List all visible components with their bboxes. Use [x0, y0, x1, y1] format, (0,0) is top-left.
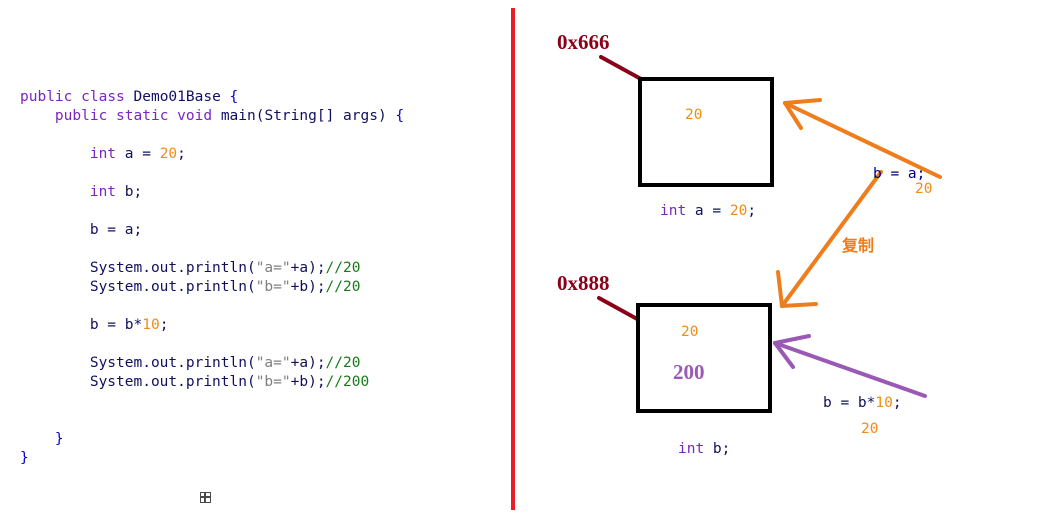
- code-token-ident: main(String[] args): [212, 108, 396, 124]
- annotation-b-mul-lhs: b = b*: [823, 395, 876, 411]
- code-token-ident: System.out.println(: [20, 355, 256, 371]
- code-token-str: "b=": [255, 374, 291, 390]
- code-token-brc: }: [20, 450, 29, 466]
- caption-a-keyword: int: [660, 203, 687, 219]
- code-line: b = a;: [20, 221, 404, 240]
- annotation-b-mul-semicolon: ;: [892, 395, 902, 411]
- code-token-ident: b = b*: [20, 317, 143, 333]
- code-line: System.out.println("a="+a);//20: [20, 354, 404, 373]
- code-token-str: "b=": [255, 279, 291, 295]
- code-token-ident: +a);: [290, 355, 326, 371]
- caption-a-value: 20: [729, 203, 748, 219]
- code-token-cmt: //20: [325, 279, 361, 295]
- caption-b-var: b;: [704, 441, 731, 457]
- code-line: b = b*10;: [20, 316, 404, 335]
- code-line: }: [20, 449, 404, 468]
- caption-declaration-a: int a = 20;: [660, 203, 756, 219]
- caption-b-keyword: int: [678, 441, 705, 457]
- code-line: public static void main(String[] args) {: [20, 107, 404, 126]
- code-token-str: "a=": [255, 260, 291, 276]
- code-token-ident: ;: [177, 146, 186, 162]
- code-token-kw: void: [177, 108, 213, 124]
- code-token-ident: System.out.println(: [20, 260, 256, 276]
- code-token-ident: b;: [116, 184, 143, 200]
- address-label-a: 0x666: [557, 30, 610, 54]
- code-line: }: [20, 430, 404, 449]
- code-token-kw: int: [89, 146, 117, 162]
- code-token-cmt: //20: [325, 260, 361, 276]
- code-token-num: 10: [142, 317, 160, 333]
- code-token-ident: +b);: [290, 374, 326, 390]
- memory-value-b-new: 200: [673, 360, 705, 384]
- code-token-brc: {: [395, 108, 405, 124]
- memory-value-a: 20: [685, 107, 703, 123]
- code-token-brc: }: [54, 431, 64, 447]
- code-token-ident: ;: [159, 317, 169, 333]
- code-token-kw: class: [81, 89, 125, 105]
- arrow-assign-b-mul: [773, 334, 927, 398]
- code-line: int a = 20;: [20, 145, 404, 164]
- code-token-ident: System.out.println(: [20, 279, 256, 295]
- annotation-b-mul-factor: 10: [875, 395, 893, 411]
- code-line: System.out.println("b="+b);//20: [20, 278, 404, 297]
- caption-a-var: a =: [686, 203, 730, 219]
- code-line: System.out.println("a="+a);//20: [20, 259, 404, 278]
- code-token-kw: public: [54, 108, 108, 124]
- code-token-num: 20: [159, 146, 178, 162]
- code-token-ident: Demo01Base: [124, 89, 230, 105]
- address-pointer-b: [597, 296, 641, 322]
- caption-declaration-b: int b;: [678, 441, 730, 457]
- code-token-ident: a =: [116, 146, 160, 162]
- diagram-annotations-layer: [597, 55, 942, 398]
- address-pointer-a: [599, 55, 643, 81]
- code-token-brc: {: [229, 89, 239, 105]
- annotation-assign-b-mul-value: 20: [861, 421, 879, 437]
- code-token-ident: +a);: [290, 260, 326, 276]
- screenshot-canvas: public class Demo01Base { public static …: [0, 0, 1059, 518]
- code-token-cmt: //20: [325, 355, 361, 371]
- code-line: int b;: [20, 183, 404, 202]
- annotation-assign-b-a-value: 20: [915, 181, 933, 197]
- code-token-cmt: //200: [325, 374, 370, 390]
- code-token-ident: b = a;: [20, 222, 143, 238]
- code-token-kw: public: [20, 89, 73, 105]
- code-token-ident: System.out.println(: [20, 374, 256, 390]
- address-label-b: 0x888: [557, 271, 610, 295]
- code-line: public class Demo01Base {: [20, 88, 404, 107]
- caption-a-semicolon: ;: [747, 203, 757, 219]
- code-token-ident: +b);: [290, 279, 326, 295]
- code-line: System.out.println("b="+b);//200: [20, 373, 404, 392]
- code-panel: public class Demo01Base { public static …: [0, 0, 500, 518]
- code-token-str: "a=": [255, 355, 291, 371]
- memory-diagram-panel: 0x666 20 int a = 20; 0x888 20 200 int b;…: [513, 0, 1059, 518]
- code-token-kw: int: [89, 184, 117, 200]
- memory-value-b-old: 20: [681, 324, 699, 340]
- annotation-assign-b-mul: b = b*10;: [823, 395, 902, 411]
- java-code-block[interactable]: public class Demo01Base { public static …: [20, 88, 404, 468]
- code-token-kw: static: [116, 108, 169, 124]
- annotation-assign-b-a: b = a;: [873, 166, 926, 182]
- window-badge-icon: [200, 492, 211, 503]
- memory-box-a: [638, 77, 774, 187]
- annotation-copy-label: 复制: [842, 236, 875, 255]
- memory-box-b: [636, 303, 772, 413]
